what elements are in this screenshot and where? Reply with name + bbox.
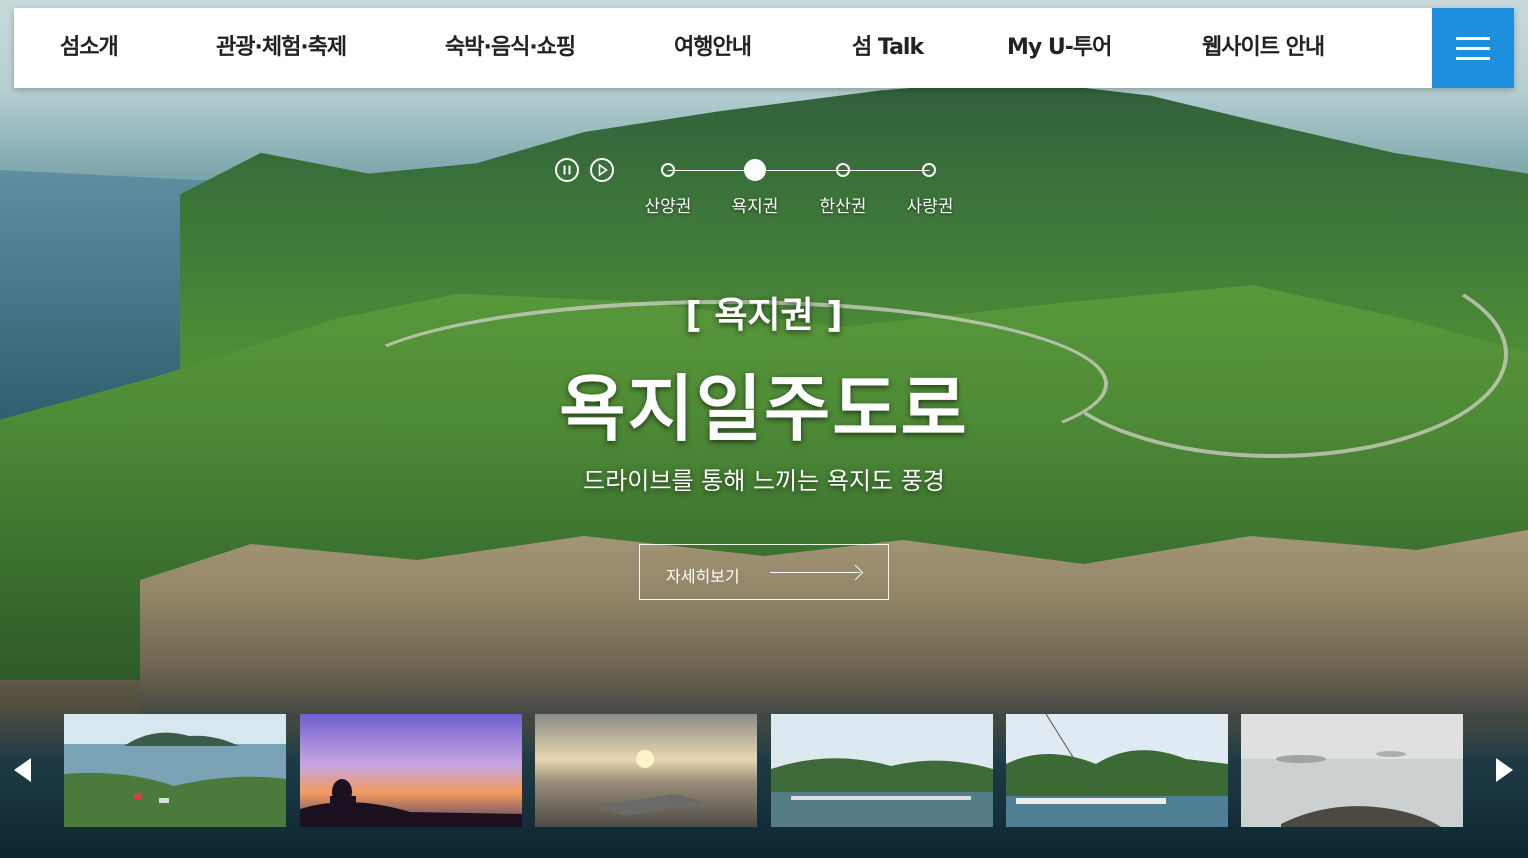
top-navigation-bar: 섬소개 관광·체험·축제 숙박·음식·쇼핑 여행안내 섬 Talk My U-투…	[14, 8, 1514, 88]
nav-item-island-talk[interactable]: 섬 Talk	[852, 8, 924, 88]
hamburger-icon	[1456, 57, 1490, 60]
thumbnail-image	[771, 714, 993, 827]
slide-title: 욕지일주도로	[559, 367, 969, 451]
thumbnail-harbor-village[interactable]	[771, 714, 993, 827]
thumbnail-island-coast[interactable]	[64, 714, 286, 827]
region-dot-sanyang[interactable]	[661, 163, 675, 177]
triangle-right-icon[interactable]	[1496, 758, 1513, 782]
thumbnail-image	[64, 714, 286, 827]
region-label-hansan[interactable]: 한산권	[798, 192, 888, 217]
region-dot-hansan[interactable]	[836, 163, 850, 177]
region-dot-yokji[interactable]	[744, 159, 766, 181]
play-button[interactable]	[590, 158, 614, 182]
thumbnail-village-harbor-bridge[interactable]	[1006, 714, 1228, 827]
thumbnail-image	[535, 714, 757, 827]
hamburger-menu-button[interactable]	[1432, 8, 1514, 88]
hamburger-icon	[1456, 37, 1490, 40]
thumbnail-image	[1241, 714, 1463, 827]
thumbnail-misty-islands[interactable]	[1241, 714, 1463, 827]
thumbnail-sunset-silhouette[interactable]	[300, 714, 522, 827]
view-details-button[interactable]: 자세히보기	[639, 544, 889, 600]
nav-item-website-guide[interactable]: 웹사이트 안내	[1202, 8, 1325, 88]
nav-item-tour-festival[interactable]: 관광·체험·축제	[216, 8, 347, 88]
nav-item-my-u-tour[interactable]: My U-투어	[1007, 8, 1112, 88]
pause-icon	[563, 165, 571, 175]
region-label-sanyang[interactable]: 산양권	[623, 192, 713, 217]
view-details-label: 자세히보기	[666, 567, 740, 586]
region-label-saryang[interactable]: 사량권	[885, 192, 975, 217]
nav-item-island-intro[interactable]: 섬소개	[60, 8, 119, 88]
nav-item-travel-guide[interactable]: 여행안내	[674, 8, 752, 88]
long-arrow-right-icon	[770, 572, 860, 573]
play-icon	[598, 163, 608, 177]
triangle-left-icon[interactable]	[14, 758, 31, 782]
thumbnail-sunset-pier[interactable]	[535, 714, 757, 827]
region-dot-saryang[interactable]	[922, 163, 936, 177]
region-timeline-line	[668, 170, 930, 171]
nav-item-stay-food-shopping[interactable]: 숙박·음식·쇼핑	[445, 8, 576, 88]
slide-category: [ 욕지권 ]	[685, 295, 843, 336]
thumbnail-image	[300, 714, 522, 827]
hamburger-icon	[1456, 47, 1490, 50]
slide-subtitle: 드라이브를 통해 느끼는 욕지도 풍경	[583, 467, 945, 495]
region-label-yokji[interactable]: 욕지권	[710, 192, 800, 217]
thumbnail-image	[1006, 714, 1228, 827]
pause-button[interactable]	[555, 158, 579, 182]
